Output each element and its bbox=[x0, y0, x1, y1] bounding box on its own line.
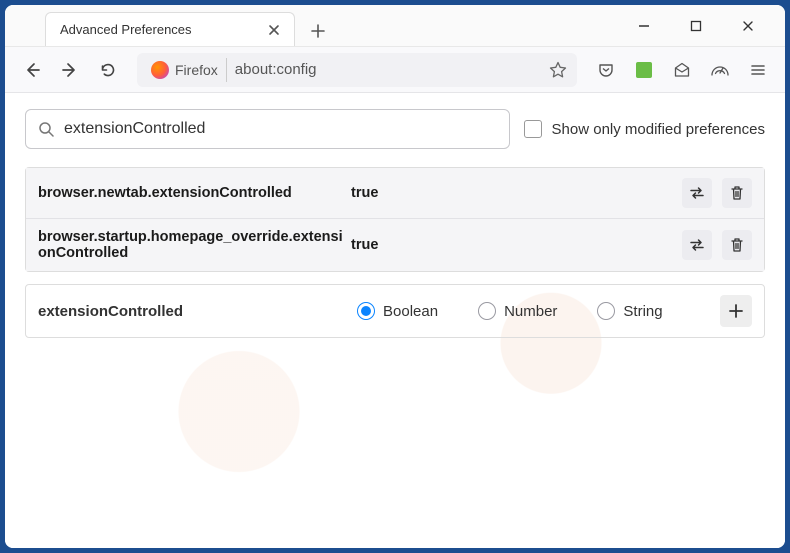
reload-icon bbox=[99, 61, 117, 79]
trash-icon bbox=[730, 185, 744, 201]
close-icon bbox=[268, 24, 280, 36]
radio-boolean[interactable]: Boolean bbox=[357, 302, 438, 320]
trash-icon bbox=[730, 237, 744, 253]
bookmark-star-button[interactable] bbox=[549, 61, 567, 79]
pref-name: browser.startup.homepage_override.extens… bbox=[38, 229, 343, 261]
minimize-icon bbox=[637, 19, 651, 33]
search-box[interactable] bbox=[25, 109, 510, 149]
search-icon bbox=[38, 121, 54, 137]
arrow-left-icon bbox=[23, 61, 41, 79]
app-menu-button[interactable] bbox=[741, 53, 775, 87]
type-radio-group: Boolean Number String bbox=[357, 302, 706, 320]
reload-button[interactable] bbox=[91, 53, 125, 87]
show-modified-checkbox[interactable]: Show only modified preferences bbox=[524, 120, 765, 138]
add-pref-button[interactable] bbox=[720, 295, 752, 327]
nav-toolbar: Firefox about:config bbox=[5, 47, 785, 93]
pocket-icon bbox=[597, 61, 615, 79]
about-config-content: Show only modified preferences browser.n… bbox=[5, 93, 785, 548]
window-controls bbox=[627, 11, 785, 41]
plus-icon bbox=[728, 303, 744, 319]
pref-actions bbox=[682, 178, 752, 208]
checkbox-icon bbox=[524, 120, 542, 138]
firefox-window: Advanced Preferences bbox=[5, 5, 785, 548]
pref-value: true bbox=[351, 185, 674, 201]
url-bar[interactable]: Firefox about:config bbox=[137, 53, 577, 87]
pref-value: true bbox=[351, 237, 674, 253]
toggle-button[interactable] bbox=[682, 178, 712, 208]
search-input[interactable] bbox=[64, 120, 497, 138]
close-icon bbox=[741, 19, 755, 33]
radio-icon bbox=[478, 302, 496, 320]
pref-row[interactable]: browser.newtab.extensionControlled true bbox=[26, 168, 764, 219]
url-text: about:config bbox=[235, 61, 317, 78]
new-pref-name: extensionControlled bbox=[38, 303, 343, 320]
pref-list: browser.newtab.extensionControlled true … bbox=[25, 167, 765, 272]
minimize-button[interactable] bbox=[627, 11, 661, 41]
gauge-icon bbox=[710, 61, 730, 79]
dashboard-button[interactable] bbox=[703, 53, 737, 87]
star-icon bbox=[549, 61, 567, 79]
pref-name: browser.newtab.extensionControlled bbox=[38, 185, 343, 201]
pocket-button[interactable] bbox=[589, 53, 623, 87]
delete-button[interactable] bbox=[722, 230, 752, 260]
mail-button[interactable] bbox=[665, 53, 699, 87]
close-tab-button[interactable] bbox=[264, 20, 284, 40]
toggle-icon bbox=[688, 238, 706, 252]
firefox-logo-icon bbox=[151, 61, 169, 79]
pref-row[interactable]: browser.startup.homepage_override.extens… bbox=[26, 219, 764, 271]
tab-title: Advanced Preferences bbox=[60, 22, 192, 37]
identity-box[interactable]: Firefox bbox=[147, 58, 227, 82]
hamburger-icon bbox=[750, 62, 766, 78]
delete-button[interactable] bbox=[722, 178, 752, 208]
show-modified-label: Show only modified preferences bbox=[552, 121, 765, 138]
titlebar: Advanced Preferences bbox=[5, 5, 785, 47]
radio-string[interactable]: String bbox=[597, 302, 662, 320]
tab-strip: Advanced Preferences bbox=[5, 5, 627, 46]
radio-icon bbox=[597, 302, 615, 320]
identity-label: Firefox bbox=[175, 62, 218, 78]
toggle-icon bbox=[688, 186, 706, 200]
radio-label: Number bbox=[504, 303, 557, 320]
extension-icon bbox=[636, 62, 652, 78]
radio-label: String bbox=[623, 303, 662, 320]
plus-icon bbox=[310, 23, 326, 39]
maximize-button[interactable] bbox=[679, 11, 713, 41]
arrow-right-icon bbox=[61, 61, 79, 79]
add-pref-row: extensionControlled Boolean Number Strin… bbox=[25, 284, 765, 338]
radio-number[interactable]: Number bbox=[478, 302, 557, 320]
radio-label: Boolean bbox=[383, 303, 438, 320]
maximize-icon bbox=[690, 20, 702, 32]
close-window-button[interactable] bbox=[731, 11, 765, 41]
new-tab-button[interactable] bbox=[303, 16, 333, 46]
radio-icon bbox=[357, 302, 375, 320]
forward-button[interactable] bbox=[53, 53, 87, 87]
search-row: Show only modified preferences bbox=[25, 109, 765, 149]
extension-button[interactable] bbox=[627, 53, 661, 87]
mail-open-icon bbox=[673, 61, 691, 79]
tab-advanced-preferences[interactable]: Advanced Preferences bbox=[45, 12, 295, 46]
toggle-button[interactable] bbox=[682, 230, 712, 260]
back-button[interactable] bbox=[15, 53, 49, 87]
pref-actions bbox=[682, 230, 752, 260]
